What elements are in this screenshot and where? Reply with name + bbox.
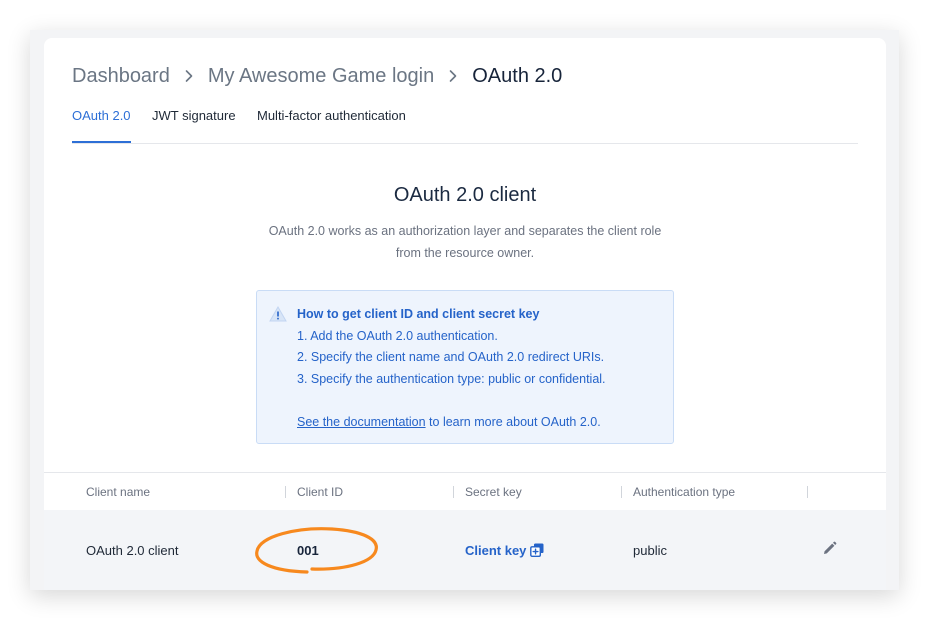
warning-triangle-icon: [269, 306, 287, 322]
breadcrumb-current: OAuth 2.0: [472, 64, 563, 87]
section-title: OAuth 2.0 client: [393, 184, 537, 206]
tab-bar: OAuth 2.0 JWT signature Multi-factor aut…: [72, 108, 858, 144]
column-divider: [807, 486, 808, 498]
secret-key-link[interactable]: Client key: [465, 543, 544, 558]
cell-client-name: OAuth 2.0 client: [86, 543, 179, 558]
chevron-right-icon: [449, 70, 457, 82]
section-description: OAuth 2.0 works as an authorization laye…: [254, 220, 676, 264]
info-box: How to get client ID and client secret k…: [256, 290, 674, 444]
info-title: How to get client ID and client secret k…: [297, 307, 540, 321]
header-secret-key[interactable]: Secret key: [465, 485, 522, 499]
breadcrumb-dashboard[interactable]: Dashboard: [72, 65, 170, 88]
cell-client-id: 001: [297, 543, 319, 558]
tab-multi-factor-authentication[interactable]: Multi-factor authentication: [257, 108, 406, 142]
header-client-id[interactable]: Client ID: [297, 485, 343, 499]
chevron-right-icon: [185, 70, 193, 82]
tab-oauth[interactable]: OAuth 2.0: [72, 108, 131, 143]
documentation-link[interactable]: See the documentation: [297, 415, 426, 429]
info-step: 2. Specify the client name and OAuth 2.0…: [297, 350, 605, 364]
column-divider: [453, 486, 454, 498]
tab-jwt-signature[interactable]: JWT signature: [152, 108, 236, 142]
documentation-line: See the documentation to learn more abou…: [297, 412, 606, 434]
secret-key-label: Client key: [465, 543, 527, 558]
column-divider: [621, 486, 622, 498]
table-row[interactable]: OAuth 2.0 client 001 Client key public: [44, 510, 886, 590]
column-divider: [285, 486, 286, 498]
table-header: Client name Client ID Secret key Authent…: [44, 472, 886, 511]
cell-authentication-type: public: [633, 543, 667, 558]
breadcrumb-project[interactable]: My Awesome Game login: [208, 65, 434, 88]
main-card: Dashboard My Awesome Game login OAuth 2.…: [44, 38, 886, 590]
info-step: 1. Add the OAuth 2.0 authentication.: [297, 328, 498, 343]
info-text: How to get client ID and client secret k…: [297, 304, 606, 433]
breadcrumb: Dashboard My Awesome Game login OAuth 2.…: [72, 62, 562, 90]
description-line: from the resource owner.: [395, 246, 535, 260]
header-client-name[interactable]: Client name: [86, 485, 150, 499]
info-step: 3. Specify the authentication type: publ…: [297, 371, 606, 386]
description-line: OAuth 2.0 works as an authorization laye…: [268, 224, 662, 238]
edit-pencil-icon[interactable]: [822, 541, 837, 556]
header-authentication-type[interactable]: Authentication type: [633, 485, 735, 499]
copy-add-icon[interactable]: [530, 543, 544, 557]
documentation-suffix: to learn more about OAuth 2.0.: [425, 414, 601, 429]
